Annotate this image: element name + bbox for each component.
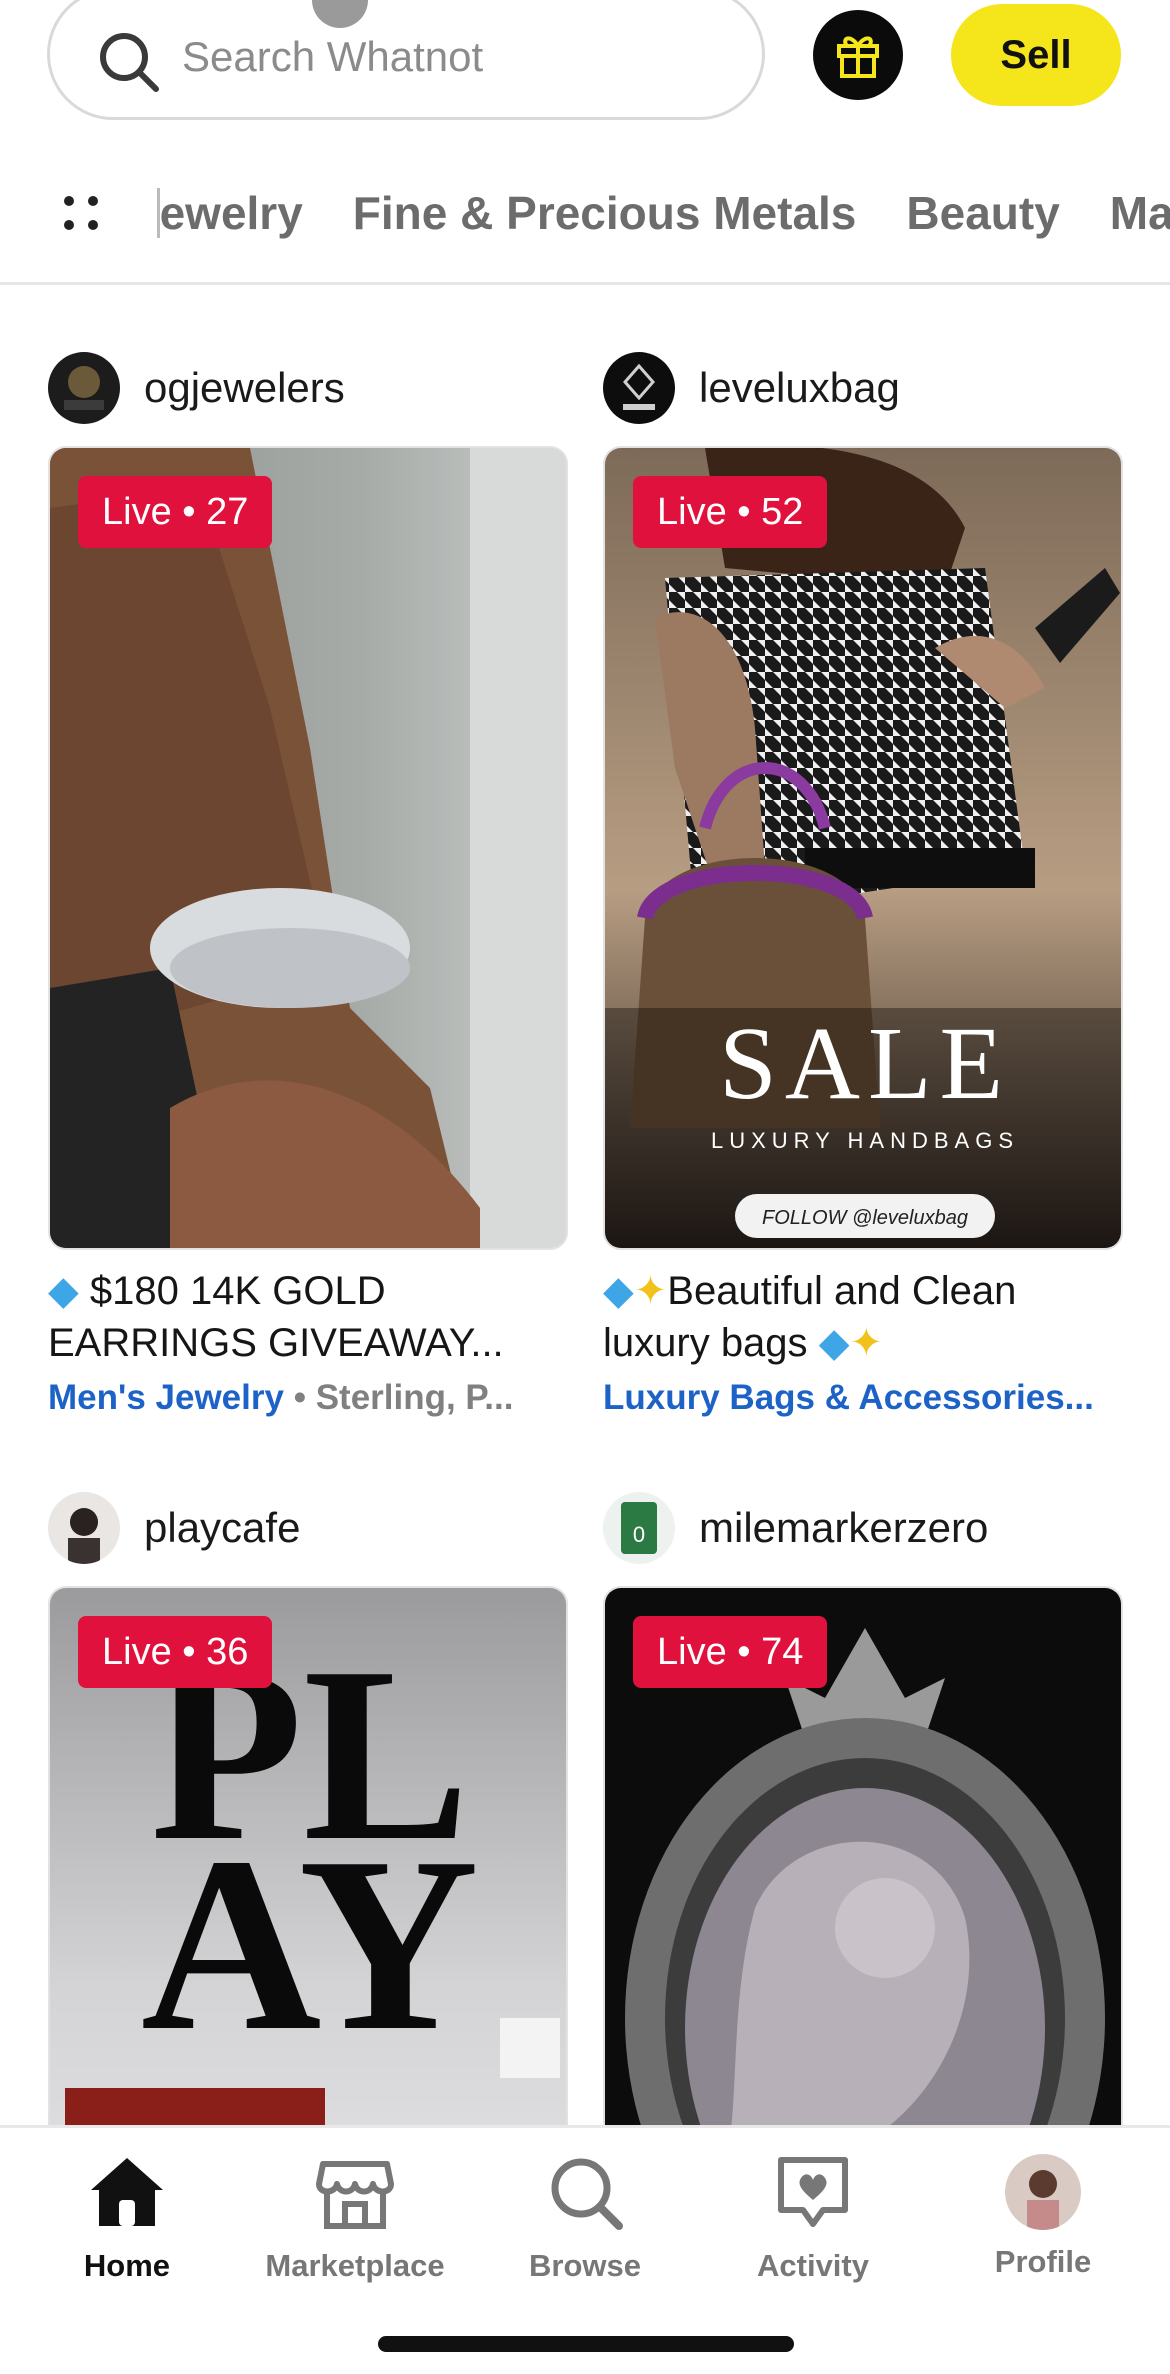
diamond-icon: ◆ bbox=[603, 1269, 634, 1313]
sparkles-icon: ✦ bbox=[633, 1269, 668, 1313]
diamond-icon: ◆ bbox=[48, 1269, 79, 1313]
stream-title[interactable]: ◆ $180 14K GOLD EARRINGS GIVEAWAY... bbox=[48, 1265, 568, 1369]
stream-thumbnail[interactable]: PL AY Live • 36 bbox=[48, 1586, 568, 2125]
live-badge: Live • 74 bbox=[633, 1616, 828, 1688]
sell-button[interactable]: Sell bbox=[951, 4, 1121, 106]
avatar[interactable] bbox=[48, 1492, 120, 1564]
seller-name[interactable]: leveluxbag bbox=[699, 364, 900, 412]
seller-name[interactable]: ogjewelers bbox=[144, 364, 345, 412]
svg-text:0: 0 bbox=[633, 1522, 645, 1547]
live-badge: Live • 36 bbox=[78, 1616, 273, 1688]
live-feed[interactable]: ogjewelers Live • 27 ◆ $180 14K GOLD EAR… bbox=[0, 285, 1170, 2125]
search-bar[interactable]: Search Whatnot bbox=[47, 0, 765, 120]
activity-icon bbox=[778, 2157, 848, 2227]
profile-avatar bbox=[1005, 2154, 1081, 2230]
live-badge: Live • 52 bbox=[633, 476, 828, 548]
category-more[interactable]: Ma bbox=[1110, 178, 1170, 248]
nav-marketplace[interactable]: Marketplace bbox=[255, 2150, 455, 2284]
stream-meta: Men's Jewelry • Sterling, P... bbox=[48, 1378, 514, 1417]
stream-card[interactable]: playcafe PL AY Live • 36 bbox=[48, 1490, 568, 2125]
stream-card[interactable]: leveluxbag SALE LUXURY HANDBAGS FOLLOW @… bbox=[603, 350, 1123, 1450]
seller-row[interactable]: playcafe bbox=[48, 1490, 300, 1566]
stream-thumbnail[interactable]: SALE LUXURY HANDBAGS FOLLOW @leveluxbag … bbox=[603, 446, 1123, 1250]
subcategory-text: Sterling, P... bbox=[315, 1378, 514, 1417]
stream-thumbnail[interactable]: Live • 74 bbox=[603, 1586, 1123, 2125]
home-icon bbox=[91, 2158, 163, 2226]
search-placeholder: Search Whatnot bbox=[182, 33, 484, 80]
nav-home[interactable]: Home bbox=[27, 2150, 227, 2284]
seller-row[interactable]: 0 milemarkerzero bbox=[603, 1490, 988, 1566]
stream-meta: Luxury Bags & Accessories... bbox=[603, 1378, 1123, 1418]
diamond-icon: ◆ bbox=[818, 1321, 850, 1365]
category-link[interactable]: Men's Jewelry bbox=[48, 1378, 284, 1417]
gift-icon bbox=[837, 36, 879, 78]
stream-card[interactable]: ogjewelers Live • 27 ◆ $180 14K GOLD EAR… bbox=[48, 350, 568, 1450]
stream-image: SALE LUXURY HANDBAGS FOLLOW @leveluxbag bbox=[605, 448, 1121, 1248]
grid-icon[interactable] bbox=[60, 192, 102, 234]
gift-button[interactable] bbox=[813, 10, 903, 100]
sale-subline: LUXURY HANDBAGS bbox=[711, 1128, 1019, 1153]
follow-pill: FOLLOW @leveluxbag bbox=[762, 1207, 968, 1229]
marketplace-icon bbox=[316, 2161, 394, 2229]
avatar[interactable]: 0 bbox=[603, 1492, 675, 1564]
category-bar: Jewelry Fine & Precious Metals Beauty Ma bbox=[0, 150, 1170, 285]
search-icon bbox=[100, 33, 159, 92]
browse-icon bbox=[551, 2158, 623, 2230]
seller-row[interactable]: leveluxbag bbox=[603, 350, 900, 426]
category-jewelry[interactable]: Jewelry bbox=[160, 178, 303, 248]
nav-activity[interactable]: Activity bbox=[713, 2150, 913, 2284]
sale-headline: SALE bbox=[719, 1006, 1011, 1121]
stream-image bbox=[50, 448, 566, 1248]
category-link[interactable]: Luxury Bags & Accessories... bbox=[603, 1378, 1094, 1417]
seller-row[interactable]: ogjewelers bbox=[48, 350, 345, 426]
play-text-line2: AY bbox=[141, 1806, 479, 2083]
stream-thumbnail[interactable]: Live • 27 bbox=[48, 446, 568, 1250]
seller-name[interactable]: playcafe bbox=[144, 1504, 300, 1552]
home-indicator bbox=[378, 2336, 794, 2352]
stream-title[interactable]: ◆✦Beautiful and Clean luxury bags ◆✦ bbox=[603, 1265, 1123, 1369]
seller-name[interactable]: milemarkerzero bbox=[699, 1504, 988, 1552]
category-fine-precious-metals[interactable]: Fine & Precious Metals bbox=[353, 178, 857, 248]
category-beauty[interactable]: Beauty bbox=[906, 178, 1059, 248]
stream-card[interactable]: 0 milemarkerzero Live • 74 bbox=[603, 1490, 1123, 2125]
category-scroller[interactable]: Jewelry Fine & Precious Metals Beauty Ma bbox=[160, 150, 1170, 285]
nav-browse[interactable]: Browse bbox=[485, 2150, 685, 2284]
live-badge: Live • 27 bbox=[78, 476, 273, 548]
avatar[interactable] bbox=[48, 352, 120, 424]
avatar[interactable] bbox=[603, 352, 675, 424]
nav-profile[interactable]: Profile bbox=[943, 2150, 1143, 2280]
sparkles-icon: ✦ bbox=[849, 1321, 883, 1365]
